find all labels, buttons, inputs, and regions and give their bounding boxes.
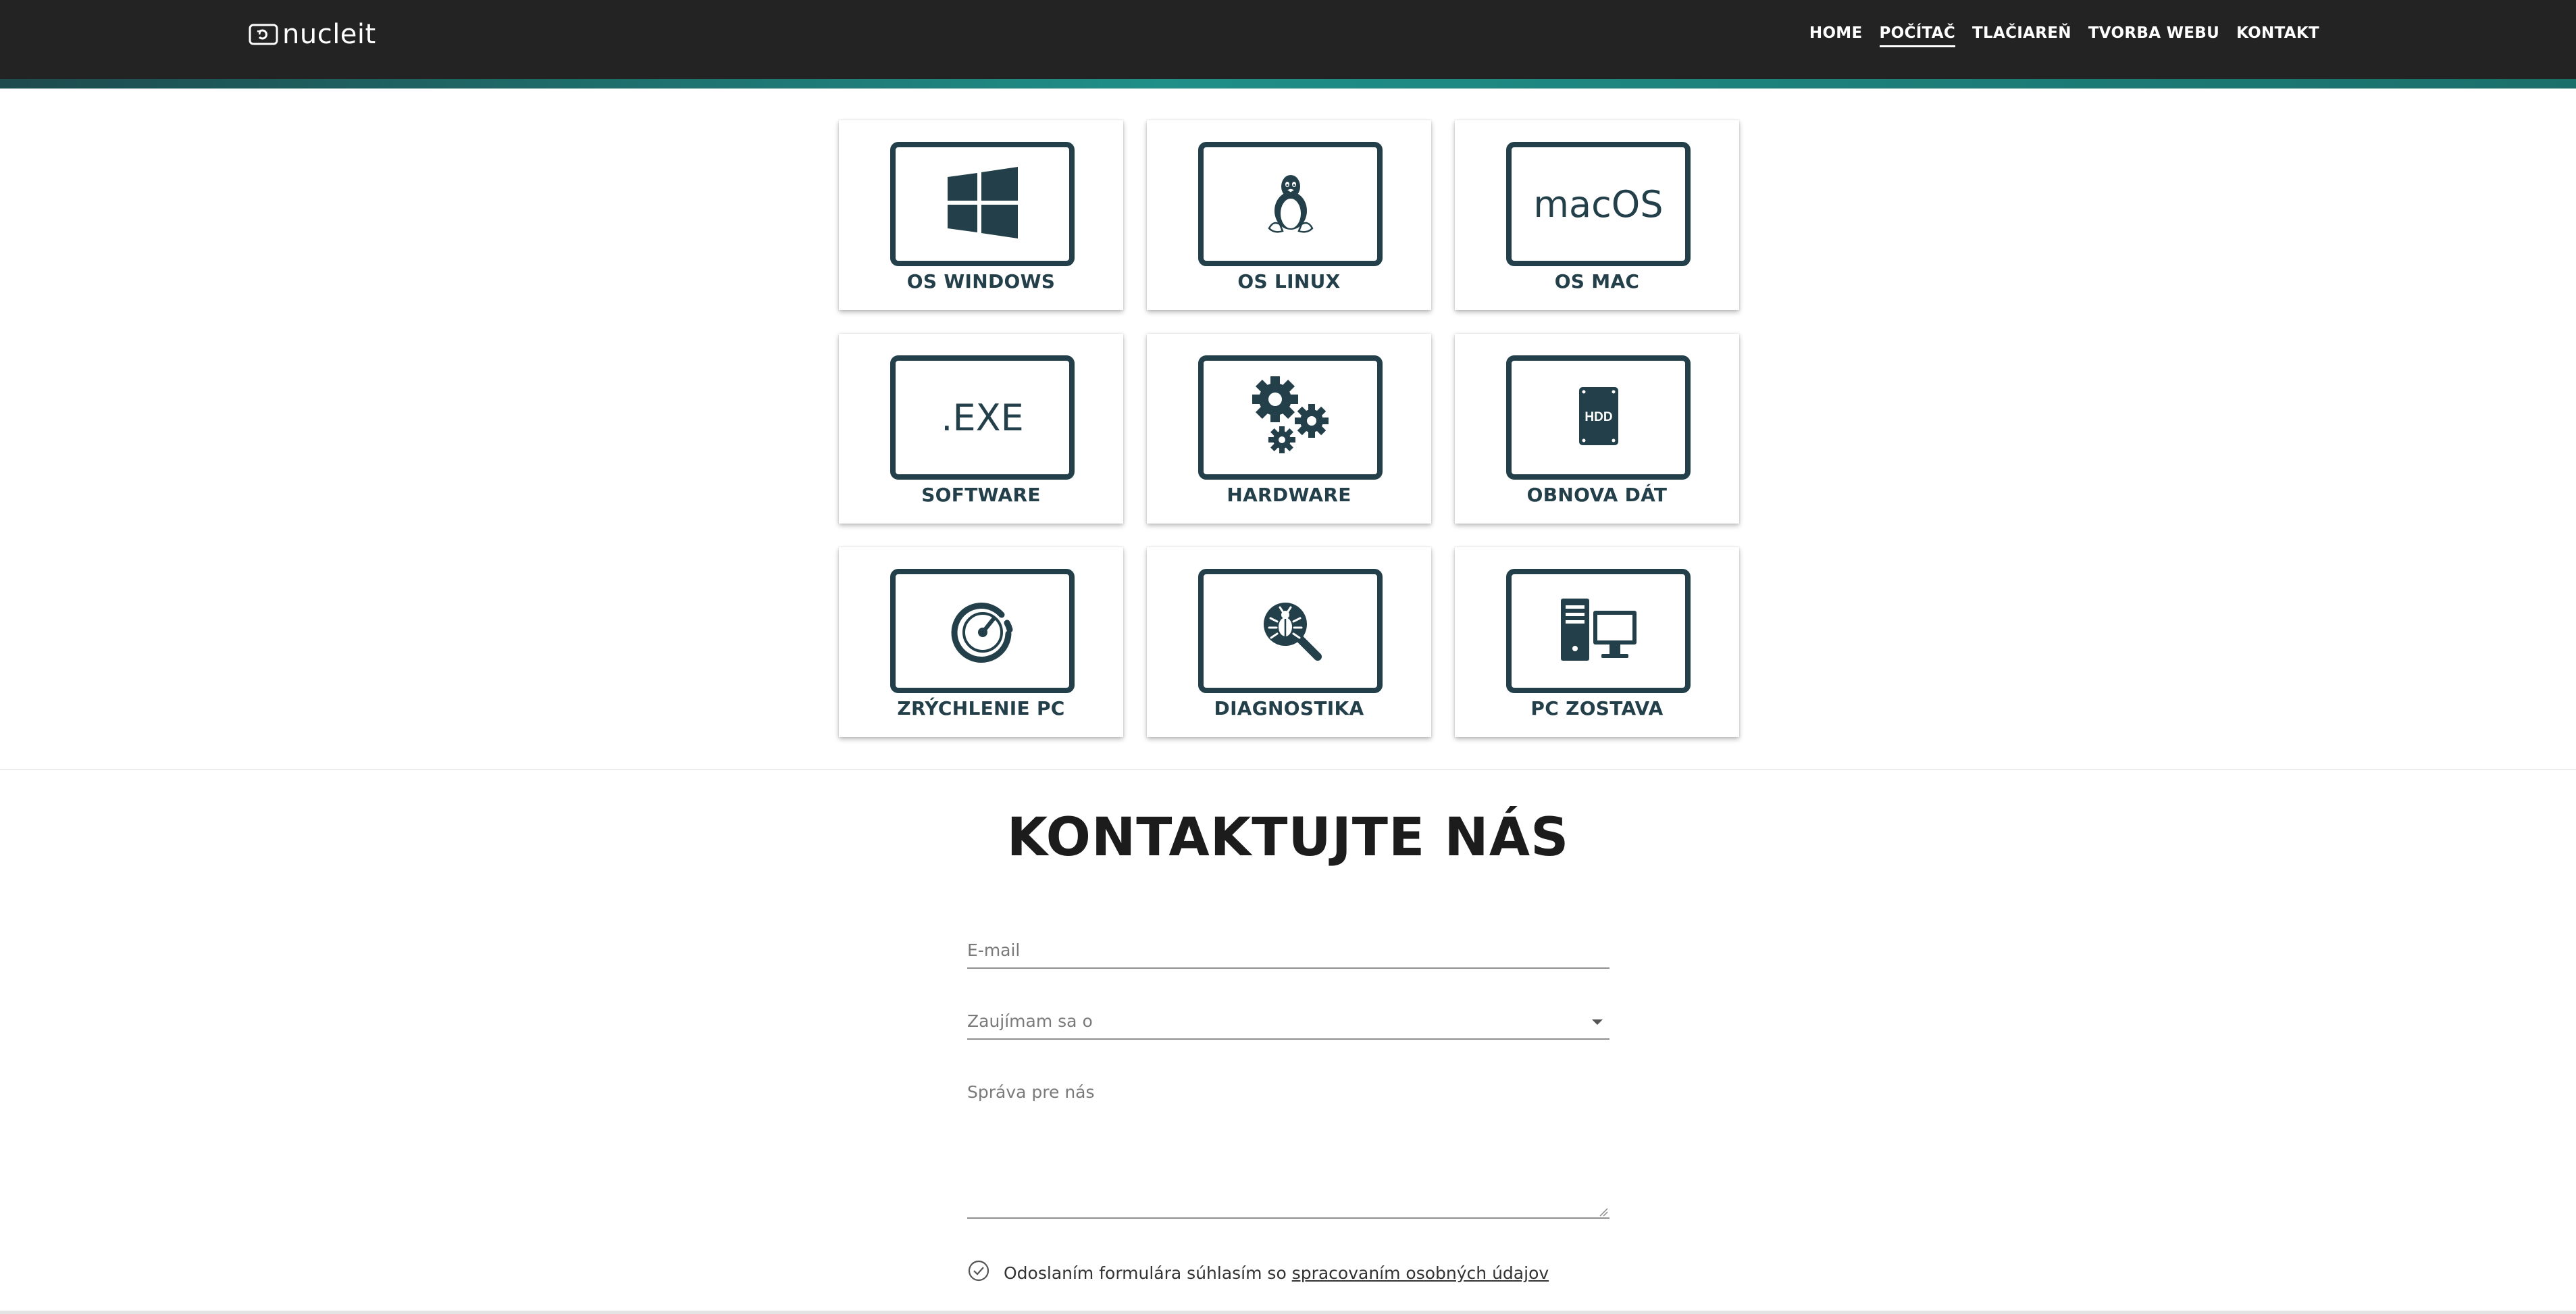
card-icon-frame: HDD [1506, 355, 1691, 480]
card-icon-frame: macOS [1506, 142, 1691, 266]
card-label: DIAGNOSTIKA [1214, 697, 1364, 719]
service-card-linux[interactable]: OS LINUX [1147, 120, 1431, 310]
nav-tlaciaren[interactable]: TLAČIAREŇ [1972, 24, 2071, 47]
email-field[interactable]: E-mail [967, 932, 1609, 969]
service-card-software[interactable]: .EXE SOFTWARE [839, 334, 1123, 524]
contact-title: KONTAKTUJTE NÁS [1006, 807, 1570, 868]
service-card-mac[interactable]: macOS OS MAC [1455, 120, 1739, 310]
email-placeholder: E-mail [967, 940, 1021, 960]
nav-tvorba-webu[interactable]: TVORBA WEBU [2088, 24, 2219, 47]
header-accent-stripe [0, 79, 2576, 89]
consent-text: Odoslaním formulára súhlasím so spracova… [1004, 1263, 1549, 1283]
card-icon-frame [1506, 569, 1691, 693]
service-card-hardware[interactable]: HARDWARE [1147, 334, 1431, 524]
card-label: HARDWARE [1227, 484, 1351, 506]
logo-text: nucleit [282, 19, 376, 50]
card-label: OS LINUX [1237, 270, 1341, 293]
consent-prefix: Odoslaním formulára súhlasím so [1004, 1263, 1292, 1283]
desktop-pc-icon [1558, 596, 1639, 666]
card-icon-frame [1198, 569, 1383, 693]
hdd-icon-label: HDD [1585, 410, 1612, 424]
service-card-obnova-dat[interactable]: HDD OBNOVA DÁT [1455, 334, 1739, 524]
nav-kontakt[interactable]: KONTAKT [2236, 24, 2319, 47]
speedometer-icon [949, 596, 1016, 666]
windows-logo-icon [946, 166, 1019, 242]
consent-row: Odoslaním formulára súhlasím so spracova… [967, 1259, 1549, 1286]
bug-magnifier-icon [1257, 596, 1324, 666]
site-logo[interactable]: nucleit [249, 18, 376, 51]
bottom-edge [0, 1311, 2576, 1314]
card-icon-frame [1198, 355, 1383, 480]
nav-home[interactable]: HOME [1809, 24, 1863, 47]
logo-mark-icon [249, 23, 278, 46]
message-textarea[interactable]: Správa pre nás [967, 1074, 1609, 1219]
main-nav: HOME POČÍTAČ TLAČIAREŇ TVORBA WEBU KONTA… [1809, 24, 2319, 47]
card-icon-frame [890, 569, 1075, 693]
service-grid: OS WINDOWS OS LINUX macOS OS MAC .EXE SO… [839, 120, 1739, 737]
service-card-pc-zostava[interactable]: PC ZOSTAVA [1455, 547, 1739, 737]
service-card-windows[interactable]: OS WINDOWS [839, 120, 1123, 310]
message-placeholder: Správa pre nás [967, 1082, 1095, 1102]
card-label: OS MAC [1554, 270, 1640, 293]
service-card-zrychlenie-pc[interactable]: ZRÝCHLENIE PC [839, 547, 1123, 737]
card-label: ZRÝCHLENIE PC [897, 697, 1065, 719]
nav-pocitac[interactable]: POČÍTAČ [1879, 24, 1956, 47]
hdd-icon: HDD [1577, 385, 1620, 450]
card-label: SOFTWARE [921, 484, 1041, 506]
exe-text-icon: .EXE [941, 396, 1024, 439]
card-icon-frame: .EXE [890, 355, 1075, 480]
chevron-down-icon [1592, 1019, 1603, 1025]
card-label: PC ZOSTAVA [1530, 697, 1664, 719]
gears-icon [1247, 372, 1335, 463]
card-label: OS WINDOWS [906, 270, 1056, 293]
card-icon-frame [890, 142, 1075, 266]
card-label: OBNOVA DÁT [1526, 484, 1668, 506]
site-header: nucleit HOME POČÍTAČ TLAČIAREŇ TVORBA WE… [0, 0, 2576, 79]
macos-text-icon: macOS [1533, 182, 1664, 226]
interest-placeholder: Zaujímam sa o [967, 1011, 1093, 1031]
service-card-diagnostika[interactable]: DIAGNOSTIKA [1147, 547, 1431, 737]
check-circle-icon[interactable] [967, 1259, 990, 1286]
interest-select[interactable]: Zaujímam sa o [967, 1003, 1609, 1040]
section-divider [0, 769, 2576, 770]
resize-handle-icon[interactable] [1599, 1207, 1608, 1217]
privacy-policy-link[interactable]: spracovaním osobných údajov [1292, 1263, 1549, 1283]
card-icon-frame [1198, 142, 1383, 266]
linux-penguin-icon [1260, 172, 1322, 236]
